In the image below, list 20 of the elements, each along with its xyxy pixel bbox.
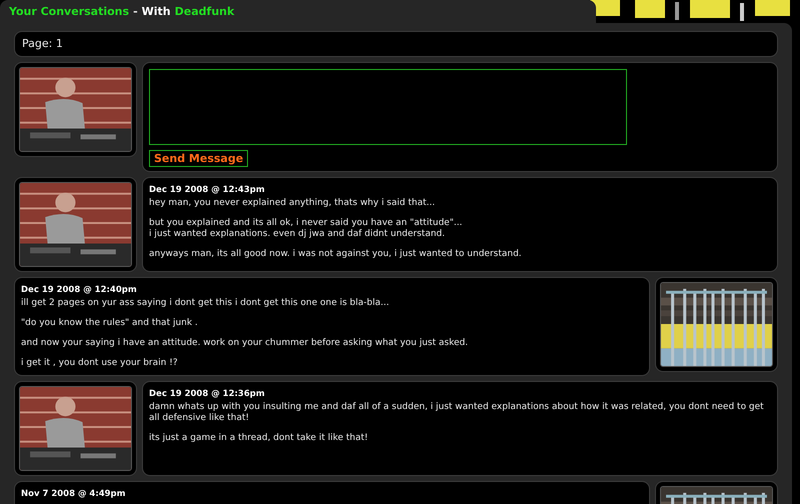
message-text: hey man, you never explained anything, thats why i said that... xyxy=(149,198,436,209)
message-text: damn whats up with you insulting me and daf all of a sudden, i just wanted explanations about how it was related, you dont need to get all defensive like that! xyxy=(149,402,765,424)
message-text: and now your saying i have an attitude. work on your chummer before asking what you just asked. xyxy=(21,338,469,349)
message-text: anyways man, its all good now. i was not against you, i just wanted to understand. xyxy=(149,248,523,260)
message-text: but you explained and its all ok, i never said you have an "attitude"... i just wanted explanations. even dj jwa and daf didnt understand. xyxy=(149,218,464,240)
message-text: i get it , you dont use your brain !? xyxy=(21,358,179,369)
send-message-button[interactable]: Send Message xyxy=(149,150,248,167)
message-date: Dec 19 2008 @ 12:43pm xyxy=(149,184,266,197)
message-date: Dec 19 2008 @ 12:36pm xyxy=(149,388,266,400)
username-link[interactable]: Deadfunk xyxy=(174,4,234,20)
message-date: Dec 19 2008 @ 12:40pm xyxy=(21,284,138,297)
header-title: Your Conversations xyxy=(9,4,130,20)
message-text: its just a game in a thread, dont take it like that! xyxy=(149,432,370,444)
message-field[interactable] xyxy=(149,69,627,145)
header-separator: - xyxy=(133,4,138,20)
header-with-label: With xyxy=(142,4,171,20)
message-text: ill get 2 pages on yur ass saying i dont get this i dont get this one one is bla-bla... xyxy=(21,298,390,309)
message-date: Nov 7 2008 @ 4:49pm xyxy=(21,488,126,500)
page-label: Page: 1 xyxy=(22,36,63,52)
message-text: "do you know the rules" and that junk . xyxy=(21,318,199,329)
